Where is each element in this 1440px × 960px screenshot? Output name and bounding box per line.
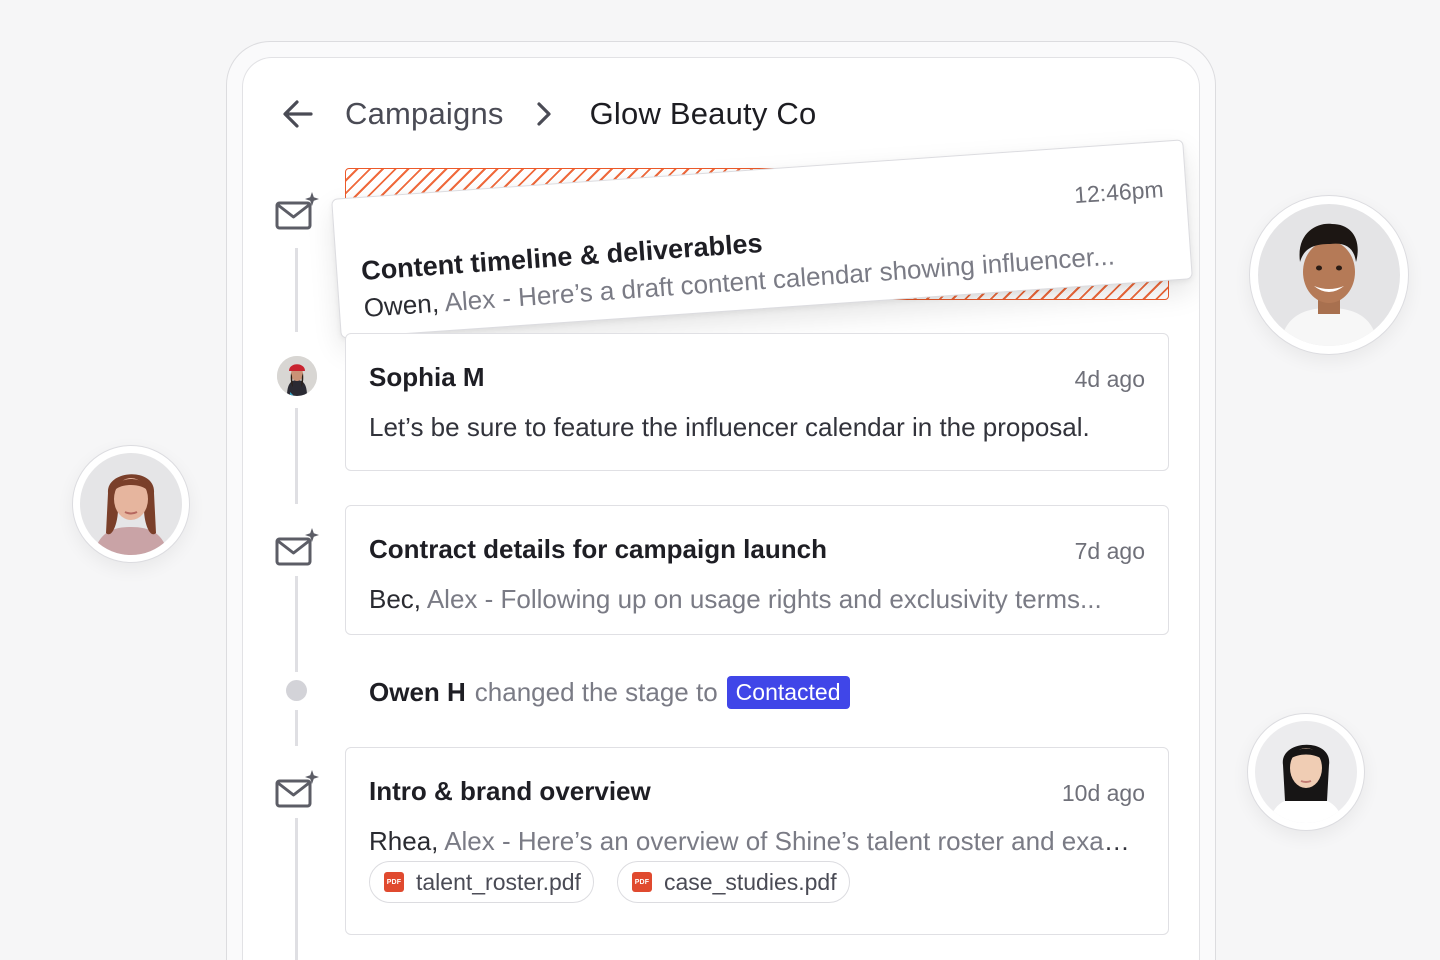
email-time: 10d ago <box>1061 780 1145 806</box>
activity-action: changed the stage to <box>474 677 718 707</box>
mail-sparkle-icon <box>273 188 321 236</box>
attachment-chip[interactable]: PDF case_studies.pdf <box>617 861 850 903</box>
email-time: 12:46pm <box>1073 175 1165 209</box>
collaborator-avatar <box>1247 713 1365 831</box>
avatar <box>1258 204 1400 346</box>
timeline-rail <box>295 576 298 672</box>
mail-sparkle-icon <box>273 524 321 572</box>
comment-text: Let’s be sure to feature the influencer … <box>369 412 1090 442</box>
email-preview: Bec, Alex - Following up on usage rights… <box>369 584 1102 614</box>
breadcrumb: Campaigns Glow Beauty Co <box>279 94 816 134</box>
campaign-timeline-panel: Campaigns Glow Beauty Co Content timelin… <box>242 57 1200 960</box>
attachment-name: talent_roster.pdf <box>416 868 581 895</box>
collaborator-avatar <box>1249 195 1409 355</box>
back-button[interactable] <box>279 95 317 133</box>
timeline-rail <box>295 818 298 960</box>
comment-time: 4d ago <box>1074 366 1145 392</box>
stage-change-activity: Owen H changed the stage to Contacted <box>369 676 850 709</box>
email-subject: Intro & brand overview <box>369 776 651 806</box>
email-card[interactable]: Intro & brand overview 10d ago Rhea, Ale… <box>345 747 1169 935</box>
email-card[interactable]: Contract details for campaign launch 7d … <box>345 505 1169 635</box>
comment-author: Sophia M <box>369 362 485 392</box>
arrow-left-icon <box>283 100 313 128</box>
avatar <box>1255 721 1357 823</box>
chevron-right-icon <box>534 99 564 129</box>
timeline-rail <box>295 710 298 746</box>
attachment-name: case_studies.pdf <box>664 868 837 895</box>
stage-badge: Contacted <box>726 676 850 709</box>
pdf-icon: PDF <box>632 872 652 892</box>
timeline-dot <box>286 680 307 701</box>
comment-card[interactable]: Sophia M 4d ago Let’s be sure to feature… <box>345 333 1169 471</box>
timeline-rail <box>295 248 298 332</box>
pdf-icon: PDF <box>384 872 404 892</box>
mail-sparkle-icon <box>273 766 321 814</box>
attachment-chip[interactable]: PDF talent_roster.pdf <box>369 861 594 903</box>
timeline-rail <box>295 408 298 504</box>
collaborator-avatar <box>72 445 190 563</box>
breadcrumb-campaigns-link[interactable]: Campaigns <box>345 96 504 132</box>
breadcrumb-current: Glow Beauty Co <box>589 96 817 131</box>
email-preview: Rhea, Alex - Here’s an overview of Shine… <box>369 826 1146 856</box>
avatar <box>277 356 317 396</box>
activity-actor: Owen H <box>369 677 466 707</box>
avatar <box>80 453 182 555</box>
email-subject: Contract details for campaign launch <box>369 534 827 564</box>
email-time: 7d ago <box>1074 538 1145 564</box>
